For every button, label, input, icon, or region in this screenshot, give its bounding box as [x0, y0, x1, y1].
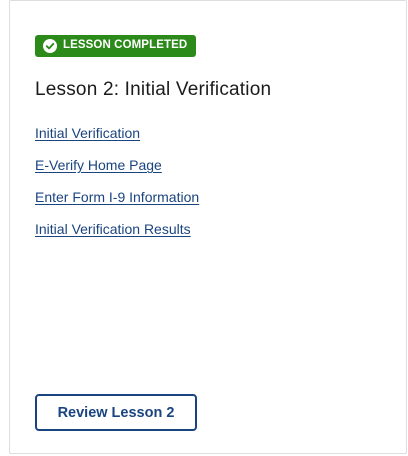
- link-e-verify-home-page[interactable]: E-Verify Home Page: [35, 157, 162, 173]
- link-initial-verification-results[interactable]: Initial Verification Results: [35, 221, 191, 237]
- lesson-link-item: E-Verify Home Page: [35, 156, 199, 188]
- check-circle-icon: [43, 39, 57, 53]
- review-lesson-button[interactable]: Review Lesson 2: [35, 394, 197, 431]
- link-enter-form-i9-information[interactable]: Enter Form I-9 Information: [35, 189, 199, 205]
- lesson-title: Lesson 2: Initial Verification: [35, 79, 272, 100]
- link-initial-verification[interactable]: Initial Verification: [35, 125, 140, 141]
- lesson-link-item: Initial Verification: [35, 124, 199, 156]
- lesson-link-item: Initial Verification Results: [35, 220, 199, 252]
- lesson-link-item: Enter Form I-9 Information: [35, 188, 199, 220]
- lesson-card: LESSON COMPLETED Lesson 2: Initial Verif…: [9, 0, 407, 454]
- lesson-links-list: Initial Verification E-Verify Home Page …: [35, 124, 199, 252]
- badge-label: LESSON COMPLETED: [63, 39, 188, 52]
- lesson-completed-badge: LESSON COMPLETED: [35, 35, 197, 57]
